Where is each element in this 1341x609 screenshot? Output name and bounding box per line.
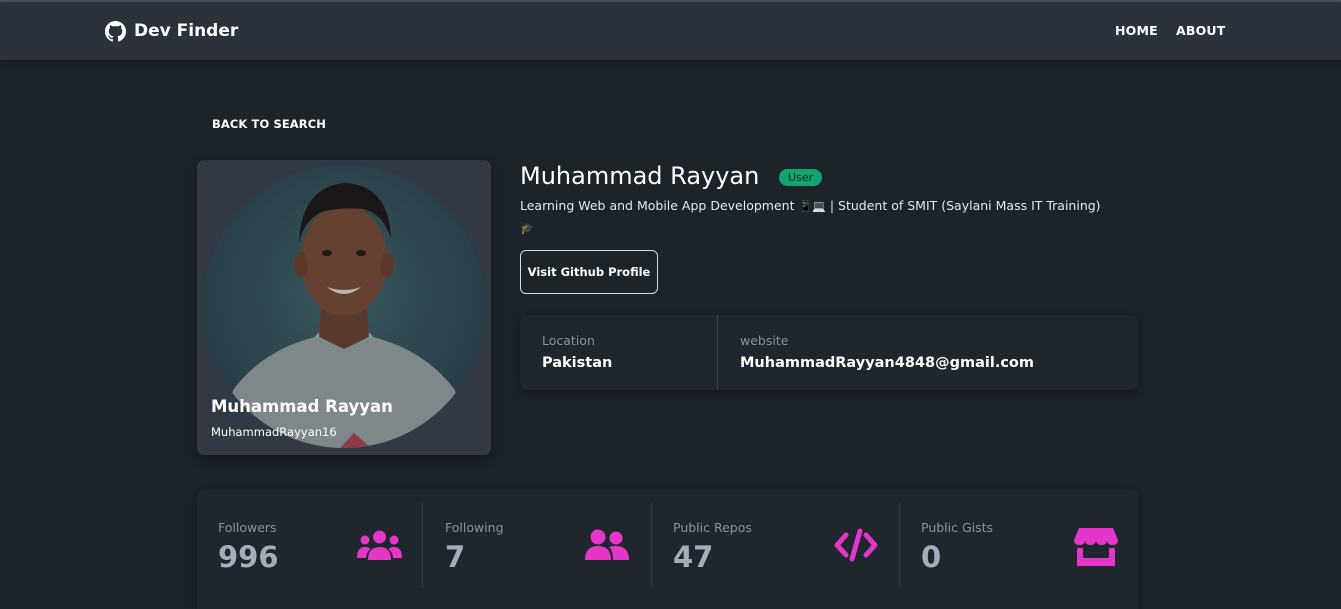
- profile-card: Muhammad Rayyan MuhammadRayyan16: [197, 160, 491, 455]
- stat-divider: [651, 503, 652, 588]
- bio-text: Learning Web and Mobile App Development: [520, 198, 795, 213]
- profile-full-name: Muhammad Rayyan: [520, 162, 760, 190]
- nav-about-link[interactable]: ABOUT: [1176, 23, 1226, 38]
- github-icon: [105, 20, 126, 42]
- store-icon: [1074, 528, 1118, 566]
- visit-github-profile-button[interactable]: Visit Github Profile: [520, 250, 658, 294]
- bio-text-rest: | Student of SMIT (Saylani Mass IT Train…: [825, 198, 1101, 213]
- user-friends-icon: [585, 528, 629, 562]
- bio-emoji-devices: 📱💻: [798, 200, 826, 213]
- stat-label: Followers: [218, 520, 277, 535]
- back-to-search-link[interactable]: BACK TO SEARCH: [212, 117, 326, 131]
- card-username: MuhammadRayyan16: [211, 425, 337, 439]
- card-display-name: Muhammad Rayyan: [211, 397, 393, 416]
- location-value: Pakistan: [542, 355, 613, 371]
- stat-value: 7: [445, 540, 466, 574]
- stat-value: 996: [218, 540, 279, 574]
- bio-emoji-graduation: 🎓: [520, 222, 534, 235]
- stat-label: Public Repos: [673, 520, 752, 535]
- stat-label: Following: [445, 520, 504, 535]
- user-type-badge: User: [779, 169, 823, 186]
- stat-value: 47: [673, 540, 714, 574]
- nav-home-link[interactable]: HOME: [1115, 23, 1158, 38]
- info-divider: [717, 315, 718, 390]
- info-panel: Location Pakistan website MuhammadRayyan…: [520, 315, 1138, 390]
- code-icon: [834, 528, 878, 562]
- stat-divider: [422, 503, 423, 588]
- navbar: Dev Finder HOME ABOUT: [0, 2, 1341, 60]
- brand-name: Dev Finder: [134, 21, 239, 41]
- brand-logo[interactable]: Dev Finder: [105, 19, 238, 43]
- stat-divider: [899, 503, 900, 588]
- website-label: website: [740, 333, 789, 348]
- stat-label: Public Gists: [921, 520, 994, 535]
- stats-panel: Followers 996 Following 7 Public Repos 4…: [197, 490, 1138, 609]
- users-icon: [357, 528, 402, 562]
- profile-bio: Learning Web and Mobile App Development …: [520, 195, 1130, 239]
- website-value[interactable]: MuhammadRayyan4848@gmail.com: [740, 355, 1034, 371]
- location-label: Location: [542, 333, 595, 348]
- stat-value: 0: [921, 540, 942, 574]
